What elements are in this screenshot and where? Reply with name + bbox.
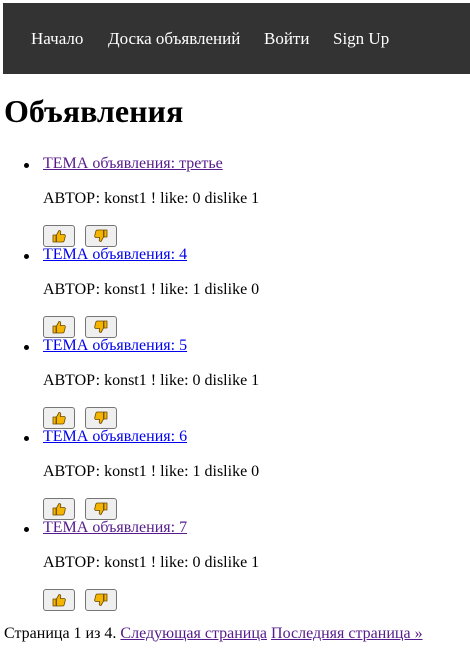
nav-board-link[interactable]: Доска объявлений (108, 29, 240, 49)
nav-home-link[interactable]: Начало (31, 29, 83, 49)
pagination: Страница 1 из 4. Следующая страница Посл… (4, 625, 423, 643)
like-button[interactable] (43, 589, 75, 611)
dislike-button[interactable] (85, 407, 117, 429)
ad-author-stats: АВТОР: konst1 ! like: 1 dislike 0 (43, 281, 260, 298)
like-button[interactable] (43, 407, 75, 429)
list-bullet (24, 527, 29, 532)
dislike-button[interactable] (85, 589, 117, 611)
ad-list-item: ТЕМА объявления: 5 АВТОР: konst1 ! like:… (0, 337, 460, 430)
list-bullet (24, 163, 29, 168)
ad-author-stats: АВТОР: konst1 ! like: 1 dislike 0 (43, 463, 260, 480)
thumbs-down-icon (94, 593, 108, 606)
ad-title-link[interactable]: ТЕМА объявления: 7 (43, 519, 187, 537)
ad-list-item: ТЕМА объявления: 6 АВТОР: konst1 ! like:… (0, 428, 460, 521)
ad-list-item: ТЕМА объявления: 4 АВТОР: konst1 ! like:… (0, 246, 460, 339)
top-navbar: Начало Доска объявлений Войти Sign Up (3, 3, 470, 74)
last-page-link[interactable]: Последняя страница » (271, 625, 423, 642)
ad-title-link[interactable]: ТЕМА объявления: третье (43, 155, 223, 173)
pagination-status: Страница 1 из 4. (4, 625, 117, 642)
dislike-button[interactable] (85, 498, 117, 520)
thumbs-down-icon (94, 320, 108, 333)
ad-author-stats: АВТОР: konst1 ! like: 0 dislike 1 (43, 554, 260, 571)
thumbs-down-icon (94, 229, 108, 242)
ad-list-item: ТЕМА объявления: третье АВТОР: konst1 ! … (0, 155, 460, 248)
page-title: Объявления (4, 93, 184, 129)
list-bullet (24, 254, 29, 259)
ad-title-link[interactable]: ТЕМА объявления: 5 (43, 337, 187, 355)
like-button[interactable] (43, 498, 75, 520)
ad-title-link[interactable]: ТЕМА объявления: 6 (43, 428, 187, 446)
thumbs-up-icon (52, 503, 66, 516)
next-page-link[interactable]: Следующая страница (120, 625, 267, 642)
ad-author-stats: АВТОР: konst1 ! like: 0 dislike 1 (43, 372, 260, 389)
list-bullet (24, 345, 29, 350)
like-button[interactable] (43, 225, 75, 247)
like-button[interactable] (43, 316, 75, 338)
ad-title-link[interactable]: ТЕМА объявления: 4 (43, 246, 187, 264)
thumbs-down-icon (94, 502, 108, 515)
thumbs-up-icon (52, 594, 66, 607)
ad-author-stats: АВТОР: konst1 ! like: 0 dislike 1 (43, 190, 260, 207)
dislike-button[interactable] (85, 225, 117, 247)
thumbs-up-icon (52, 321, 66, 334)
thumbs-up-icon (52, 230, 66, 243)
dislike-button[interactable] (85, 316, 117, 338)
nav-signup-link[interactable]: Sign Up (333, 29, 389, 49)
ad-list-item: ТЕМА объявления: 7 АВТОР: konst1 ! like:… (0, 519, 460, 612)
thumbs-down-icon (94, 411, 108, 424)
thumbs-up-icon (52, 412, 66, 425)
list-bullet (24, 436, 29, 441)
nav-login-link[interactable]: Войти (264, 29, 309, 49)
